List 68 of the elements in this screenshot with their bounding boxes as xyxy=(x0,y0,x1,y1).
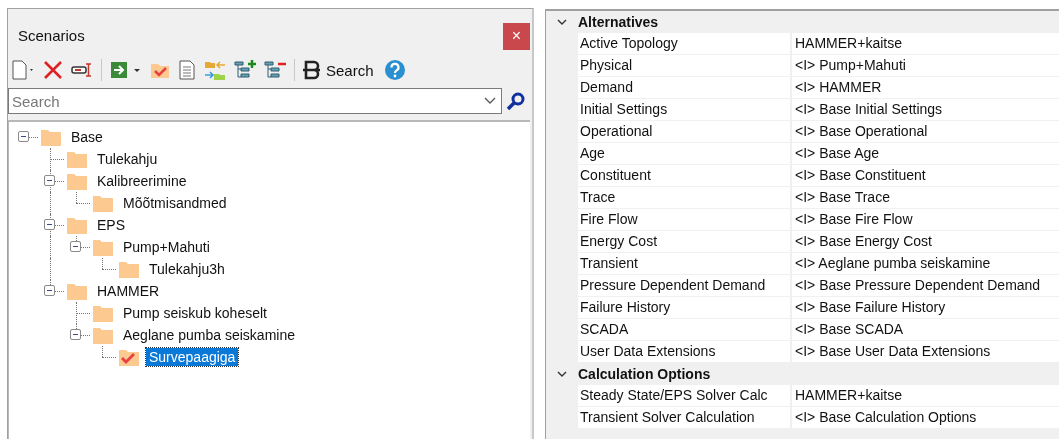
collapse-icon[interactable] xyxy=(70,241,81,252)
property-label: Demand xyxy=(578,77,790,98)
collapse-icon[interactable] xyxy=(18,131,29,142)
property-value[interactable]: <I> Base Fire Flow xyxy=(792,209,1059,230)
search-icon[interactable] xyxy=(506,91,526,111)
tree-item[interactable]: Mõõtmisandmed xyxy=(120,194,230,212)
property-label: Failure History xyxy=(578,297,790,318)
tree-item[interactable]: Base xyxy=(68,128,106,146)
property-label: SCADA xyxy=(578,319,790,340)
tree-item[interactable]: Tulekahju3h xyxy=(146,260,228,278)
property-value[interactable]: <I> Base Failure History xyxy=(792,297,1059,318)
tree-item[interactable]: Pump+Mahuti xyxy=(120,238,213,256)
dropdown-icon[interactable] xyxy=(483,96,497,106)
new-document-icon[interactable] xyxy=(10,59,36,81)
property-value[interactable]: <I> Pump+Mahuti xyxy=(792,55,1059,76)
property-value[interactable]: <I> HAMMER xyxy=(792,77,1059,98)
tree-item[interactable]: Survepaagiga xyxy=(146,348,239,366)
property-label: Pressure Dependent Demand xyxy=(578,275,790,296)
close-button[interactable]: × xyxy=(503,22,530,50)
property-value[interactable]: <I> Base Calculation Options xyxy=(792,407,1059,428)
tree-item[interactable]: Tulekahju xyxy=(94,150,161,168)
property-label: Initial Settings xyxy=(578,99,790,120)
property-label: Operational xyxy=(578,121,790,142)
property-value[interactable]: <I> Base Initial Settings xyxy=(792,99,1059,120)
category-title: Calculation Options xyxy=(578,366,711,382)
panel-title: Scenarios xyxy=(18,26,85,44)
property-label: Age xyxy=(578,143,790,164)
property-value[interactable]: <I> Base Trace xyxy=(792,187,1059,208)
tree-item[interactable]: Kalibreerimine xyxy=(94,172,190,190)
property-value[interactable]: <I> Base Age xyxy=(792,143,1059,164)
collapse-icon[interactable] xyxy=(44,219,55,230)
property-value[interactable]: <I> Base Operational xyxy=(792,121,1059,142)
logo-icon xyxy=(302,60,322,80)
collapse-icon[interactable] xyxy=(44,285,55,296)
property-value[interactable]: HAMMER+kaitse xyxy=(792,33,1059,54)
property-label: Trace xyxy=(578,187,790,208)
property-value[interactable]: HAMMER+kaitse xyxy=(792,385,1059,406)
property-value[interactable]: <I> Base Pressure Dependent Demand xyxy=(792,275,1059,296)
collapse-icon[interactable] xyxy=(70,329,81,340)
tree-item[interactable]: HAMMER xyxy=(94,282,163,300)
property-label: User Data Extensions xyxy=(578,341,790,362)
property-value[interactable]: <I> Base User Data Extensions xyxy=(792,341,1059,362)
run-icon[interactable] xyxy=(109,59,143,81)
tree-remove-icon[interactable] xyxy=(263,59,287,81)
property-value[interactable]: <I> Base SCADA xyxy=(792,319,1059,340)
property-value[interactable]: <I> Aeglane pumba seiskamine xyxy=(792,253,1059,274)
property-value[interactable]: <I> Base Energy Cost xyxy=(792,231,1059,252)
category-title: Alternatives xyxy=(578,14,659,30)
search-combo-box[interactable]: Search xyxy=(8,88,502,114)
delete-icon[interactable] xyxy=(42,59,64,81)
property-value[interactable]: <I> Base Constituent xyxy=(792,165,1059,186)
property-label: Fire Flow xyxy=(578,209,790,230)
search-input[interactable]: Search xyxy=(9,92,483,110)
property-label: Constituent xyxy=(578,165,790,186)
property-label: Active Topology xyxy=(578,33,790,54)
document-icon[interactable] xyxy=(177,59,197,81)
help-icon[interactable] xyxy=(383,59,406,81)
property-label: Physical xyxy=(578,55,790,76)
search-button[interactable]: Search xyxy=(302,60,378,80)
property-label: Energy Cost xyxy=(578,231,790,252)
tree-item[interactable]: Pump seiskub koheselt xyxy=(120,304,270,322)
collapse-icon[interactable] xyxy=(44,175,55,186)
property-label: Transient xyxy=(578,253,790,274)
property-label: Steady State/EPS Solver Calc xyxy=(578,385,790,406)
tree-item[interactable]: Aeglane pumba seiskamine xyxy=(120,326,298,344)
tree-item[interactable]: EPS xyxy=(94,216,128,234)
tree-add-icon[interactable] xyxy=(233,59,257,81)
property-label: Transient Solver Calculation xyxy=(578,407,790,428)
